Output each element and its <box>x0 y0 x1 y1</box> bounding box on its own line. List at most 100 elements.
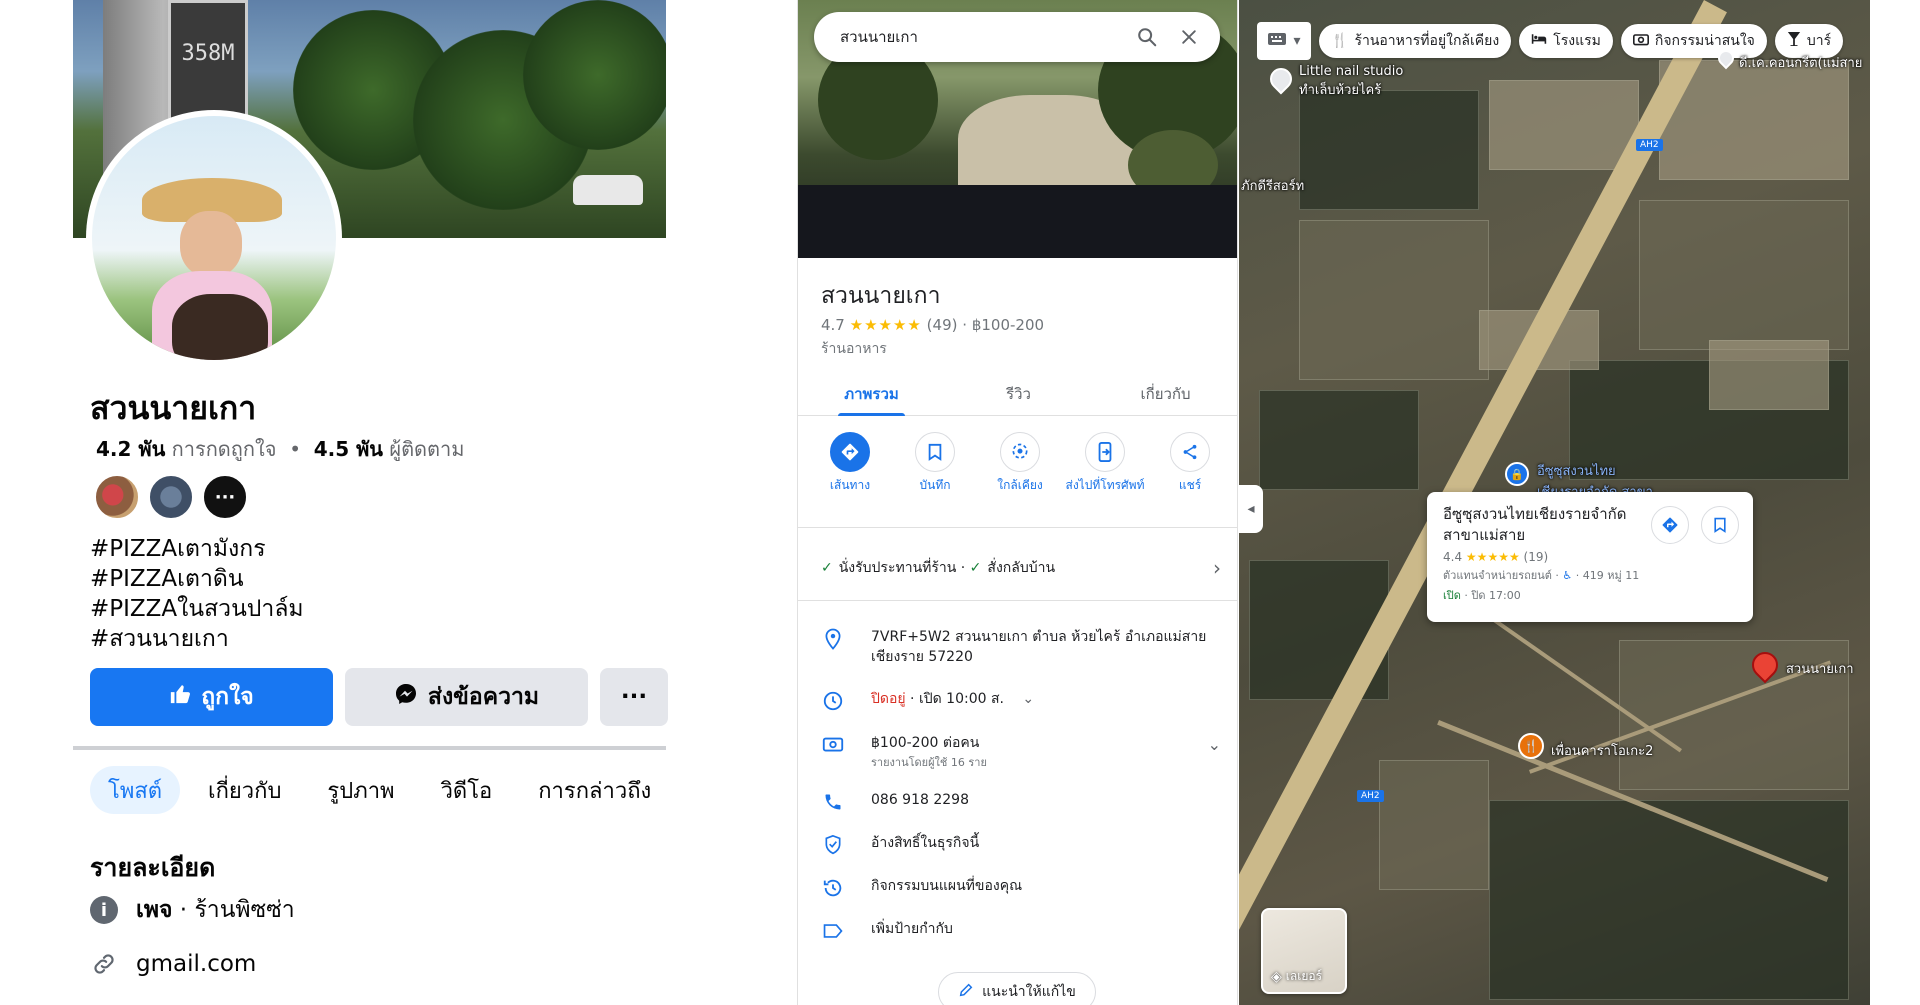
restaurant-icon: 🍴 <box>1331 33 1349 49</box>
tab-overview[interactable]: ภาพรวม <box>798 372 945 416</box>
directions-button[interactable]: เส้นทาง <box>810 432 890 493</box>
bio-line[interactable]: #สวนนายเกา <box>90 624 304 654</box>
map-label-concrete[interactable]: ดี.เค.คอนกรีต(แม่สาย <box>1739 52 1862 73</box>
maps-search-input[interactable] <box>840 28 1118 46</box>
claim-row[interactable]: อ้างสิทธิ์ในธุรกิจนี้ <box>821 833 1221 857</box>
message-button[interactable]: ส่งข้อความ <box>345 668 588 726</box>
more-options-button[interactable]: ··· <box>600 668 668 726</box>
hours-row[interactable]: ปิดอยู่ · เปิด 10:00 ส. ⌄ <box>821 689 1221 713</box>
service-separator: · <box>956 560 970 576</box>
chip-hotels-label: โรงแรม <box>1553 33 1601 49</box>
followers-count[interactable]: 4.5 พัน <box>314 437 383 461</box>
share-icon <box>1170 432 1210 472</box>
tab-about[interactable]: เกี่ยวกับ <box>190 766 299 814</box>
wheelchair-icon: ♿ <box>1562 569 1573 582</box>
price-row-sub: รายงานโดยผู้ใช้ 16 ราย <box>871 756 987 769</box>
tab-about[interactable]: เกี่ยวกับ <box>1092 372 1237 415</box>
input-tools-button[interactable]: ▾ <box>1257 22 1311 60</box>
activity-row[interactable]: กิจกรรมบนแผนที่ของคุณ <box>821 876 1221 900</box>
location-pin-icon <box>821 627 845 651</box>
clock-icon <box>821 689 845 713</box>
chevron-right-icon: › <box>1213 556 1221 580</box>
phone-icon <box>821 790 845 814</box>
place-actions: เส้นทาง บันทึก ใกล้เคียง ส่งไปที่โทรศัพท… <box>810 432 1230 493</box>
layers-button[interactable]: ◈ เลเยอร์ <box>1261 908 1347 994</box>
chevron-down-icon[interactable]: ⌄ <box>1022 691 1034 707</box>
email-row[interactable]: gmail.com <box>90 950 256 978</box>
service-options-row[interactable]: ✓ นั่งรับประทานที่ร้าน · ✓ สั่งกลับบ้าน … <box>821 556 1221 580</box>
map-field <box>1299 90 1479 210</box>
maps-search-bar <box>814 12 1220 62</box>
price-range: ฿100-200 <box>971 316 1045 334</box>
bio-line[interactable]: #PIZZAในสวนปาล์ม <box>90 594 304 624</box>
thumbs-up-icon <box>169 683 191 711</box>
friend-avatar[interactable] <box>148 474 194 520</box>
layers-icon: ◈ <box>1271 968 1282 985</box>
address-row[interactable]: 7VRF+5W2 สวนนายเกา ตำบล ห้วยไคร้ อำเภอแม… <box>821 627 1221 667</box>
collapse-panel-button[interactable]: ◂ <box>1239 485 1263 533</box>
map-label-target[interactable]: สวนนายเกา <box>1786 658 1854 679</box>
chevron-down-icon[interactable]: ⌄ <box>1208 735 1221 754</box>
card-title[interactable]: อีซูซุสงวนไทยเชียงรายจำกัด สาขาแม่สาย <box>1443 504 1653 546</box>
close-icon[interactable] <box>1176 24 1202 50</box>
bookmark-icon <box>915 432 955 472</box>
info-icon: i <box>90 896 118 924</box>
chip-hotels[interactable]: โรงแรม <box>1519 24 1613 58</box>
bio-line[interactable]: #PIZZAเตาดิน <box>90 564 304 594</box>
map-pin-dealer[interactable]: 🔒 <box>1505 462 1529 486</box>
map-field <box>1709 340 1829 410</box>
send-to-phone-button[interactable]: ส่งไปที่โทรศัพท์ <box>1065 432 1145 493</box>
like-button[interactable]: ถูกใจ <box>90 668 333 726</box>
review-count[interactable]: (49) <box>927 316 958 334</box>
place-info-card[interactable]: อีซูซุสงวนไทยเชียงรายจำกัด สาขาแม่สาย 4.… <box>1427 492 1753 622</box>
nearby-icon <box>1000 432 1040 472</box>
share-button[interactable]: แชร์ <box>1150 432 1230 493</box>
friend-avatar[interactable] <box>94 474 140 520</box>
tab-mentions[interactable]: การกล่าวถึง <box>520 766 669 814</box>
map-pin[interactable] <box>1265 63 1297 95</box>
hours-next: เปิด 10:00 ส. <box>918 691 1004 707</box>
bar-icon <box>1787 31 1801 51</box>
profile-avatar[interactable] <box>86 110 342 366</box>
map-label-resort[interactable]: ภักดีรีสอร์ท <box>1241 175 1304 196</box>
chip-bars-label: บาร์ <box>1806 33 1832 49</box>
map-label-karaoke[interactable]: เพื่อนคาราโอเกะ2 <box>1551 740 1653 761</box>
chip-restaurants[interactable]: 🍴 ร้านอาหารที่อยู่ใกล้เคียง <box>1319 24 1512 58</box>
save-label: บันทึก <box>919 478 951 492</box>
card-directions-button[interactable] <box>1651 506 1689 544</box>
link-icon <box>90 950 118 978</box>
nearby-button[interactable]: ใกล้เคียง <box>980 432 1060 493</box>
tab-posts[interactable]: โพสต์ <box>90 766 181 814</box>
road-shield: AH2 <box>1357 790 1384 802</box>
price-row-value: ฿100-200 ต่อคน <box>871 735 980 751</box>
place-category[interactable]: ร้านอาหาร <box>821 338 887 360</box>
facebook-page-panel: 358M สวนนายเกา 4.2 พัน การกดถูกใจ • 4.5 … <box>0 0 760 1005</box>
phone-row[interactable]: 086 918 2298 <box>821 790 1221 814</box>
service-takeout: สั่งกลับบ้าน <box>987 560 1056 576</box>
suggest-edit-button[interactable]: แนะนำให้แก้ไข <box>938 972 1096 1005</box>
card-save-button[interactable] <box>1701 506 1739 544</box>
map-label-nail-studio[interactable]: Little nail studio ทำเล็บห้วยไคร้ <box>1299 64 1403 100</box>
map-pin-karaoke[interactable]: 🍴 <box>1518 733 1544 759</box>
price-row[interactable]: ฿100-200 ต่อคน รายงานโดยผู้ใช้ 16 ราย ⌄ <box>821 733 1221 773</box>
place-rating[interactable]: 4.7 ★★★★★ (49) · ฿100-200 <box>821 316 1044 334</box>
email-text[interactable]: gmail.com <box>136 951 256 977</box>
price-text: ฿100-200 ต่อคน รายงานโดยผู้ใช้ 16 ราย <box>871 733 987 773</box>
search-icon[interactable] <box>1134 24 1160 50</box>
likes-count[interactable]: 4.2 พัน <box>96 437 165 461</box>
suggest-edit-label: แนะนำให้แก้ไข <box>982 984 1076 1000</box>
bio-line[interactable]: #PIZZAเตามังกร <box>90 534 304 564</box>
tab-videos[interactable]: วิดีโอ <box>423 766 511 814</box>
map-field <box>1299 220 1489 380</box>
shield-check-icon <box>821 833 845 857</box>
likes-label[interactable]: การกดถูกใจ <box>172 437 277 461</box>
satellite-map[interactable]: ◂ ▾ 🍴 ร้านอาหารที่อยู่ใกล้เคียง โรงแรม ก… <box>1239 0 1870 1005</box>
add-label-row[interactable]: เพิ่มป้ายกำกับ <box>821 919 1221 943</box>
followers-label[interactable]: ผู้ติดตาม <box>389 437 464 461</box>
nearby-label: ใกล้เคียง <box>997 478 1043 492</box>
avatar-face <box>180 211 242 277</box>
tab-reviews[interactable]: รีวิว <box>945 372 1092 415</box>
more-friends-icon[interactable]: ··· <box>202 474 248 520</box>
tab-photos[interactable]: รูปภาพ <box>309 766 412 814</box>
save-button[interactable]: บันทึก <box>895 432 975 493</box>
